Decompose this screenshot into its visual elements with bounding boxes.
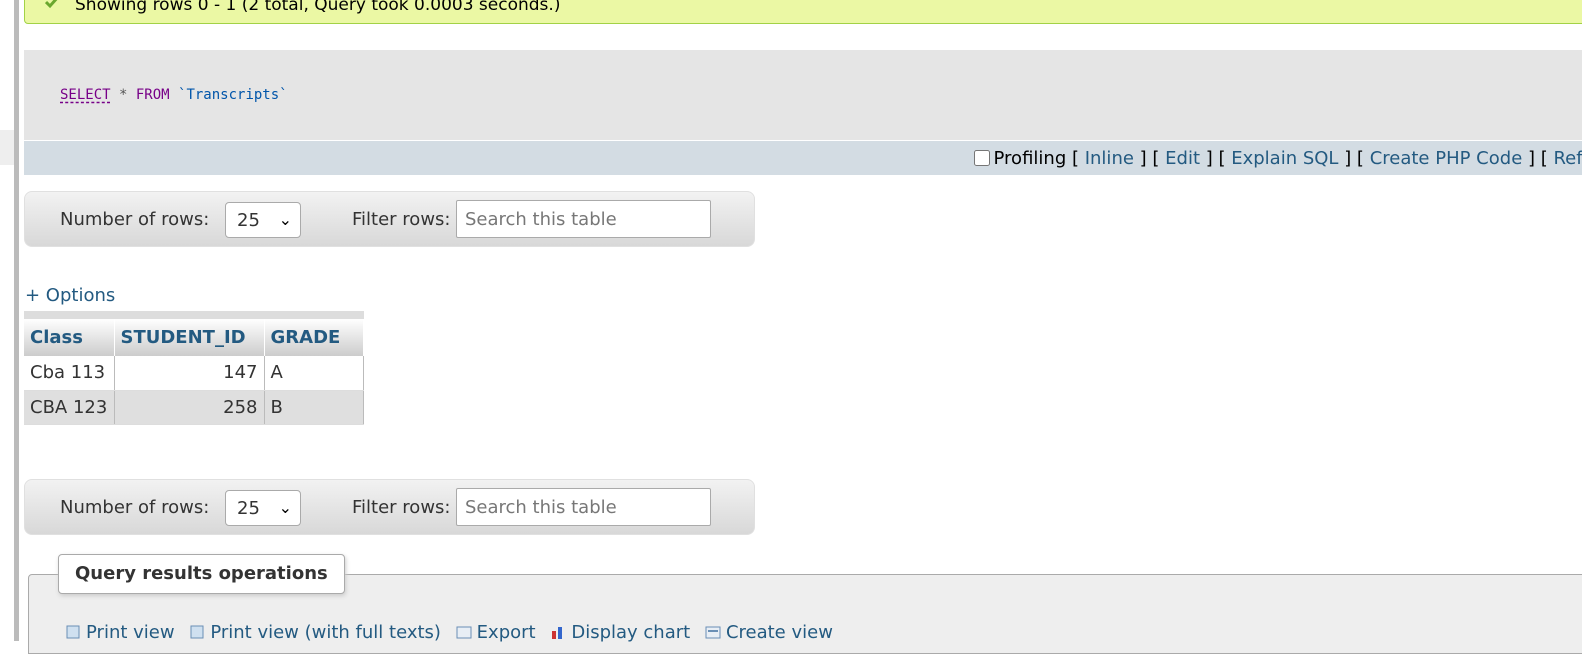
chevron-down-icon: ⌄ [278, 210, 292, 229]
success-message: Showing rows 0 - 1 (2 total, Query took … [24, 0, 1582, 24]
display-chart-link[interactable]: Display chart [549, 622, 690, 643]
rows-select[interactable]: 25 ⌄ [225, 202, 301, 238]
table-row: CBA 123 258 B [24, 390, 364, 425]
rows-select[interactable]: 25 ⌄ [225, 490, 301, 526]
table-cell[interactable]: 147 [114, 356, 265, 391]
navigation-top: Number of rows: 25 ⌄ Filter rows: [24, 191, 755, 247]
filter-label: Filter rows: [352, 209, 451, 230]
sql-tools: Profiling [ Inline ] [ Edit ] [ Explain … [973, 148, 1582, 169]
explain-sql-link[interactable]: Explain SQL [1231, 148, 1338, 169]
table-cell[interactable]: A [264, 356, 364, 391]
print-view-link[interactable]: Print view [64, 622, 175, 643]
sql-query-box: SELECT * FROM `Transcripts` [24, 50, 1582, 140]
sql-code: SELECT * FROM `Transcripts` [60, 87, 288, 103]
create-php-code-link[interactable]: Create PHP Code [1370, 148, 1523, 169]
table-cell[interactable]: B [264, 390, 364, 425]
panel-resize-handle[interactable] [14, 0, 19, 641]
filter-label: Filter rows: [352, 497, 451, 518]
rows-select-value: 25 [237, 498, 260, 519]
options-toggle[interactable]: + Options [25, 285, 115, 306]
print-view-full-label: Print view (with full texts) [210, 622, 441, 643]
profiling-checkbox[interactable] [973, 150, 990, 166]
left-panel-edge [0, 0, 19, 641]
export-link[interactable]: Export [455, 622, 536, 643]
column-header-student-id[interactable]: STUDENT_ID [114, 311, 265, 356]
print-view-full-link[interactable]: Print view (with full texts) [188, 622, 441, 643]
table-header-row: Class STUDENT_ID GRADE [24, 311, 364, 356]
results-table: Class STUDENT_ID GRADE Cba 113 147 A CBA… [24, 311, 364, 425]
view-icon [705, 626, 721, 639]
export-icon [456, 626, 472, 639]
edit-link[interactable]: Edit [1165, 148, 1200, 169]
query-operations-links: Print view Print view (with full texts) … [64, 622, 841, 643]
column-header-class[interactable]: Class [24, 311, 115, 356]
sql-keyword-from: FROM [135, 87, 170, 103]
navigation-bottom: Number of rows: 25 ⌄ Filter rows: [24, 479, 755, 535]
success-text: Showing rows 0 - 1 (2 total, Query took … [75, 0, 561, 15]
profiling-label: Profiling [993, 148, 1067, 169]
sql-table-name: `Transcripts` [169, 87, 288, 103]
rows-select-value: 25 [237, 210, 260, 231]
display-chart-label: Display chart [571, 622, 691, 643]
print-view-label: Print view [86, 622, 175, 643]
sql-star: * [110, 87, 136, 103]
table-cell[interactable]: Cba 113 [24, 356, 115, 391]
print-icon [190, 625, 204, 639]
refresh-link[interactable]: Refr [1553, 148, 1582, 169]
chevron-down-icon: ⌄ [278, 498, 292, 517]
query-operations-title: Query results operations [58, 554, 345, 594]
sql-tools-bar: Profiling [ Inline ] [ Edit ] [ Explain … [24, 140, 1582, 175]
table-row: Cba 113 147 A [24, 356, 364, 391]
table-cell[interactable]: CBA 123 [24, 390, 115, 425]
check-icon [45, 0, 58, 9]
chart-icon [552, 627, 563, 639]
rows-label: Number of rows: [60, 497, 210, 518]
print-icon [66, 625, 80, 639]
inline-link[interactable]: Inline [1085, 148, 1134, 169]
create-view-link[interactable]: Create view [704, 622, 833, 643]
column-header-grade[interactable]: GRADE [264, 311, 364, 356]
table-cell[interactable]: 258 [114, 390, 265, 425]
rows-label: Number of rows: [60, 209, 210, 230]
sql-keyword-select[interactable]: SELECT [60, 87, 111, 103]
export-label: Export [476, 622, 536, 643]
filter-search-input[interactable] [456, 488, 711, 526]
create-view-label: Create view [725, 622, 833, 643]
filter-search-input[interactable] [456, 200, 711, 238]
